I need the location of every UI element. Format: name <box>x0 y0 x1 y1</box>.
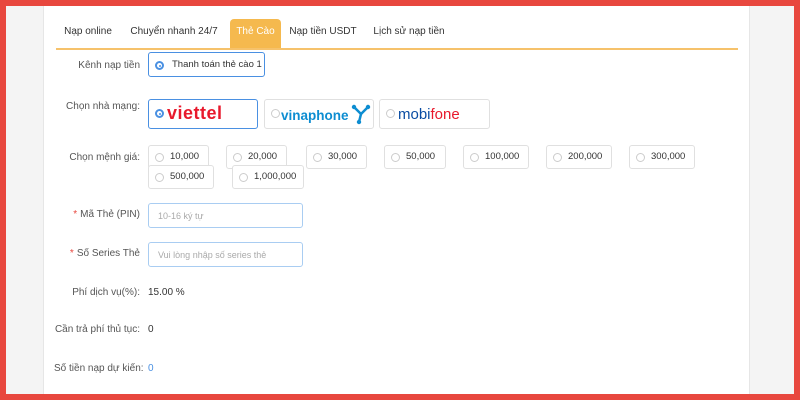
deposit-panel: Nạp online Chuyển nhanh 24/7 Thẻ Cào Nạp… <box>43 6 750 394</box>
denomination-label-text: 200,000 <box>568 151 603 162</box>
expected-amount-value: 0 <box>148 363 154 374</box>
tab-bar: Nạp online Chuyển nhanh 24/7 Thẻ Cào Nạp… <box>56 19 738 50</box>
denomination-100000[interactable]: 100,000 <box>463 145 529 169</box>
denomination-label-text: 1,000,000 <box>254 171 297 182</box>
denomination-label-text: 100,000 <box>485 151 520 162</box>
operator-mobifone[interactable]: mobifone <box>379 99 490 129</box>
radio-unselected-icon <box>155 173 164 182</box>
denomination-1000000[interactable]: 1,000,000 <box>232 165 304 189</box>
tab-lich-su-nap-tien[interactable]: Lịch sử nạp tiền <box>369 19 449 48</box>
pin-label: * Mã Thẻ (PIN) <box>64 209 140 220</box>
operator-vinaphone[interactable]: vinaphone <box>264 99 374 129</box>
radio-unselected-icon <box>233 153 242 162</box>
radio-selected-icon <box>155 61 164 70</box>
required-mark: * <box>73 209 78 220</box>
radio-unselected-icon <box>636 153 645 162</box>
radio-unselected-icon <box>155 153 164 162</box>
denomination-300000[interactable]: 300,000 <box>629 145 695 169</box>
denomination-label-text: 50,000 <box>406 151 436 162</box>
radio-unselected-icon <box>239 173 248 182</box>
denomination-label-text: 500,000 <box>170 171 205 182</box>
mobifone-logo: mobifone <box>398 106 460 123</box>
operator-viettel[interactable]: viettel <box>148 99 258 129</box>
tab-nap-tien-usdt[interactable]: Nạp tiền USDT <box>287 19 359 48</box>
radio-unselected-icon <box>553 153 562 162</box>
radio-unselected-icon <box>391 153 400 162</box>
vinaphone-logo: vinaphone <box>281 108 349 123</box>
tab-chuyen-nhanh[interactable]: Chuyển nhanh 24/7 <box>126 19 222 48</box>
denomination-200000[interactable]: 200,000 <box>546 145 612 169</box>
denomination-label-text: 30,000 <box>328 151 358 162</box>
pin-input[interactable] <box>148 203 303 228</box>
radio-unselected-icon <box>313 153 322 162</box>
expected-amount-label: Số tiền nạp dự kiến: <box>54 363 144 374</box>
channel-label: Kênh nạp tiền <box>78 60 140 71</box>
denomination-label-text: 300,000 <box>651 151 686 162</box>
radio-unselected-icon <box>470 153 479 162</box>
page-frame: Nạp online Chuyển nhanh 24/7 Thẻ Cào Nạp… <box>6 6 794 394</box>
serial-label: * Số Series Thẻ <box>64 248 140 259</box>
vinaphone-star-icon <box>351 104 371 125</box>
channel-option[interactable]: Thanh toán thẻ cào 1 <box>148 52 265 77</box>
viettel-logo: viettel <box>167 103 223 123</box>
tab-the-cao[interactable]: Thẻ Cào <box>230 19 281 48</box>
fee-rate-value: 15.00 % <box>148 287 185 298</box>
radio-selected-icon <box>155 109 164 118</box>
fee-due-value: 0 <box>148 324 154 335</box>
serial-label-text: Số Series Thẻ <box>76 248 140 259</box>
pin-label-text: Mã Thẻ (PIN) <box>80 209 140 220</box>
operator-label: Chọn nhà mạng: <box>66 101 140 112</box>
channel-option-label: Thanh toán thẻ cào 1 <box>172 59 262 70</box>
radio-unselected-icon <box>386 109 395 118</box>
required-mark: * <box>69 248 74 259</box>
denomination-label: Chọn mệnh giá: <box>69 152 140 163</box>
denomination-30000[interactable]: 30,000 <box>306 145 367 169</box>
serial-input[interactable] <box>148 242 303 267</box>
denomination-500000[interactable]: 500,000 <box>148 165 214 189</box>
denomination-50000[interactable]: 50,000 <box>384 145 446 169</box>
fee-due-label: Cần trả phí thủ tục: <box>54 324 140 335</box>
radio-unselected-icon <box>271 109 280 118</box>
tab-nap-online[interactable]: Nạp online <box>56 19 120 48</box>
fee-rate-label: Phí dịch vụ(%): <box>72 287 140 298</box>
